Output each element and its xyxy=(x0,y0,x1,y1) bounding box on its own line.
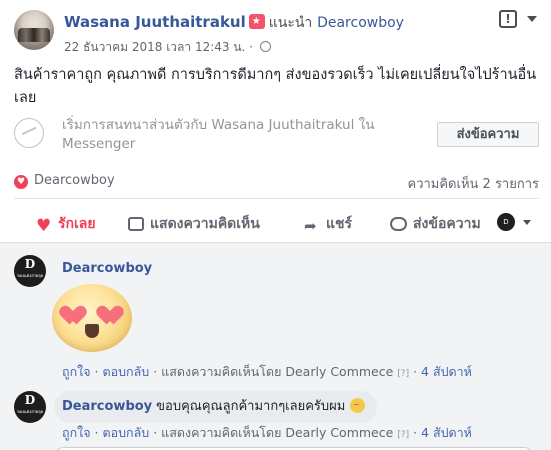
comment-label: แสดงความคิดเห็น xyxy=(150,216,260,232)
recommend-badge-icon xyxy=(248,14,265,29)
comment-text: ขอบคุณคุณลูกค้ามากๆเลยครับผม xyxy=(156,399,346,414)
heart-icon: ♥ xyxy=(36,216,52,236)
divider xyxy=(14,198,539,199)
comment-author[interactable]: Dearcowboy xyxy=(62,399,152,414)
recommends-label: แนะนำ xyxy=(268,15,313,31)
comment-attribution: แสดงความคิดเห็นโดย Dearly Commece xyxy=(161,425,394,440)
comment-attribution: แสดงความคิดเห็นโดย Dearly Commece xyxy=(161,364,394,379)
avatar-initial: D xyxy=(24,393,36,407)
comment-author[interactable]: Dearcowboy xyxy=(62,261,152,276)
send-label: ส่งข้อความ xyxy=(413,216,481,232)
love-reaction-icon[interactable] xyxy=(14,175,28,189)
facebook-post: Wasana Juuthaitrakul แนะนำ Dearcowboy 22 … xyxy=(0,0,551,450)
comment-count[interactable]: ความคิดเห็น 2 รายการ xyxy=(408,173,540,194)
send-message-button[interactable]: ส่งข้อความ xyxy=(437,122,539,147)
smile-emoji-icon xyxy=(350,398,366,413)
mouth-icon xyxy=(85,324,99,338)
messenger-prompt-text: เริ่มการสนทนาส่วนตัวกับ Wasana Juuthaitr… xyxy=(62,117,375,152)
send-button[interactable]: ส่งข้อความ xyxy=(390,213,481,235)
share-label: แชร์ xyxy=(326,216,353,232)
love-button[interactable]: ♥ รักเลย xyxy=(36,213,96,235)
commenter-avatar[interactable]: D ของแต่งสายลุย xyxy=(14,255,46,287)
author-name[interactable]: Wasana Juuthaitrakul xyxy=(64,13,246,31)
comment-bubble-icon xyxy=(128,217,144,231)
comment-time[interactable]: 4 สัปดาห์ xyxy=(421,425,472,440)
reaction-summary: Dearcowboy ความคิดเห็น 2 รายการ xyxy=(14,172,539,192)
comments-section: D ของแต่งสายลุย Dearcowboy ถูกใจ · ตอบกล… xyxy=(0,242,551,450)
avatar-initial: D xyxy=(24,257,36,271)
globe-icon[interactable] xyxy=(259,41,271,52)
options-chevron-down-icon[interactable] xyxy=(527,16,537,22)
love-label: รักเลย xyxy=(58,216,96,232)
post-timestamp[interactable]: 22 ธันวาคม 2018 เวลา 12:43 น. xyxy=(64,40,245,54)
comment-button[interactable]: แสดงความคิดเห็น xyxy=(128,213,260,235)
recommended-page-link[interactable]: Dearcowboy xyxy=(317,15,404,31)
comment-time[interactable]: 4 สัปดาห์ xyxy=(421,364,472,379)
avatar-tagline: ของแต่งสายลุย xyxy=(16,273,44,278)
share-arrow-icon: ➦ xyxy=(304,217,317,235)
action-bar: ♥ รักเลย แสดงความคิดเห็น ➦ แชร์ ส่งข้อความ… xyxy=(14,204,539,240)
post-header: Wasana Juuthaitrakul แนะนำ Dearcowboy 22 … xyxy=(14,10,539,56)
page-identity-avatar[interactable]: D xyxy=(497,213,515,231)
help-link[interactable]: [?] xyxy=(397,369,409,379)
like-link[interactable]: ถูกใจ xyxy=(62,425,91,440)
heart-eye-icon xyxy=(99,298,121,318)
reply-link[interactable]: ตอบกลับ xyxy=(103,364,150,379)
meta-separator: · xyxy=(249,40,254,54)
post-body: สินค้าราคาถูก คุณภาพดี การบริการดีมากๆ ส… xyxy=(14,67,537,106)
identity-chevron-down-icon[interactable] xyxy=(523,220,531,225)
avatar-tagline: ของแต่งสายลุย xyxy=(16,409,44,414)
reply-link[interactable]: ตอบกลับ xyxy=(103,425,150,440)
share-button[interactable]: ➦ แชร์ xyxy=(304,213,352,235)
reactor-name[interactable]: Dearcowboy xyxy=(34,173,115,188)
messenger-bubble-icon xyxy=(390,217,407,231)
report-icon[interactable]: ! xyxy=(499,10,517,28)
author-line: Wasana Juuthaitrakul แนะนำ Dearcowboy xyxy=(64,12,404,34)
messenger-icon xyxy=(14,118,44,148)
like-link[interactable]: ถูกใจ xyxy=(62,364,91,379)
comment-bubble: Dearcowboy ขอบคุณคุณลูกค้ามากๆเลยครับผม xyxy=(54,391,378,423)
commenter-avatar[interactable]: D ของแต่งสายลุย xyxy=(14,391,46,423)
comment-actions: ถูกใจ · ตอบกลับ · แสดงความคิดเห็นโดย Dea… xyxy=(62,364,472,379)
post-meta: 22 ธันวาคม 2018 เวลา 12:43 น. · xyxy=(64,38,271,57)
messenger-prompt: เริ่มการสนทนาส่วนตัวกับ Wasana Juuthaitr… xyxy=(14,112,539,158)
comment-actions: ถูกใจ · ตอบกลับ · แสดงความคิดเห็นโดย Dea… xyxy=(62,425,472,440)
author-avatar[interactable] xyxy=(14,10,54,50)
heart-eye-icon xyxy=(62,298,84,318)
heart-eyes-sticker xyxy=(52,284,132,352)
help-link[interactable]: [?] xyxy=(397,430,409,440)
